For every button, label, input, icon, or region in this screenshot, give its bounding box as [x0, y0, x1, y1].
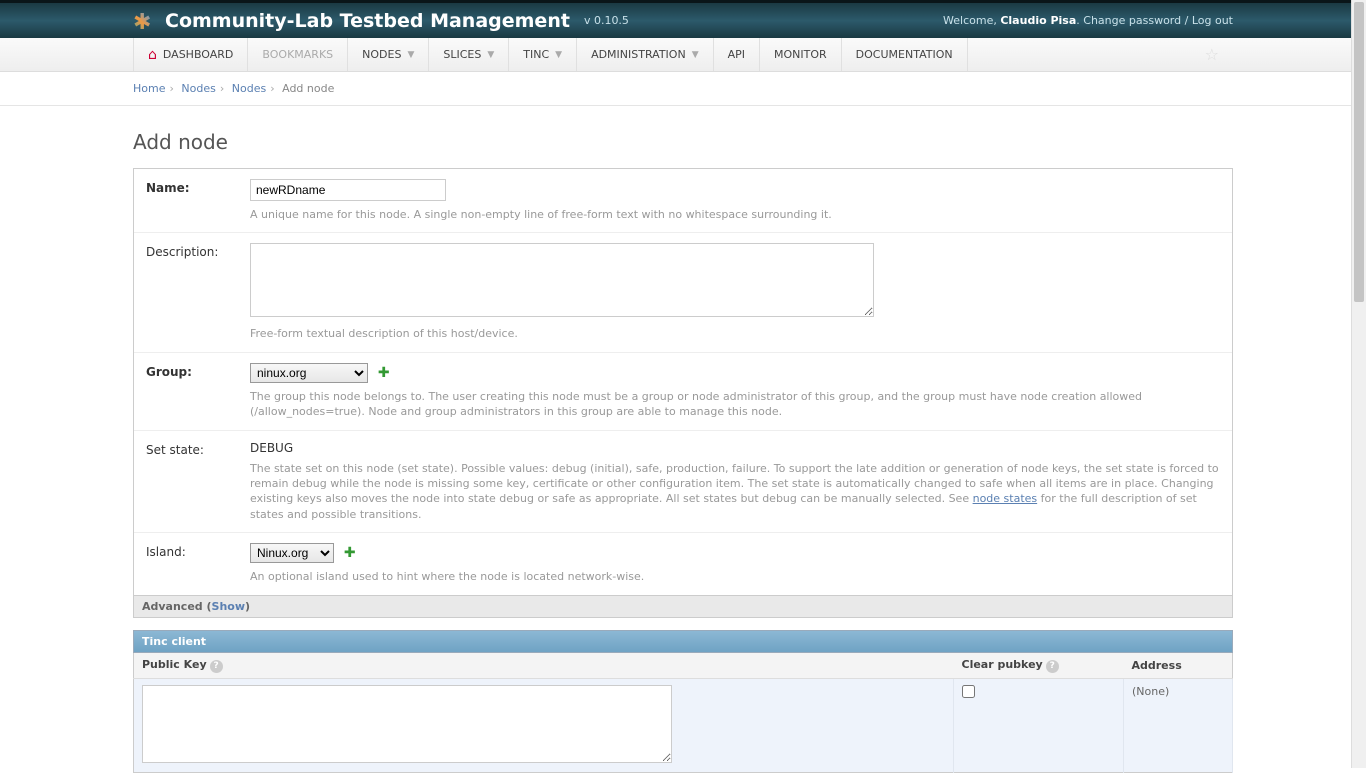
- node-states-link[interactable]: node states: [973, 492, 1038, 505]
- nav-api[interactable]: API: [714, 38, 760, 71]
- label-name: Name:: [146, 179, 250, 195]
- breadcrumb-nodes-1[interactable]: Nodes: [181, 82, 215, 95]
- user-tools: Welcome, Claudio Pisa. Change password /…: [943, 14, 1233, 27]
- help-icon[interactable]: ?: [210, 660, 223, 673]
- advanced-bar: Advanced (Show): [133, 596, 1233, 618]
- label-set-state: Set state:: [146, 441, 250, 457]
- logo-icon: [133, 10, 155, 32]
- th-address: Address: [1124, 653, 1233, 679]
- group-select[interactable]: ninux.org: [250, 363, 368, 383]
- set-state-value: DEBUG: [250, 441, 1220, 455]
- th-pubkey: Public Key?: [134, 653, 954, 679]
- breadcrumb-nodes-2[interactable]: Nodes: [232, 82, 266, 95]
- nav-dashboard[interactable]: ⌂ DASHBOARD: [133, 38, 248, 71]
- add-group-icon[interactable]: ✚: [378, 365, 390, 381]
- header: Community-Lab Testbed Management v 0.10.…: [0, 0, 1366, 38]
- label-description: Description:: [146, 243, 250, 259]
- help-island: An optional island used to hint where th…: [250, 569, 1220, 584]
- nav-tinc[interactable]: TINC▼: [509, 38, 577, 71]
- address-value: (None): [1132, 685, 1169, 698]
- tinc-client-group: Tinc client Public Key? Clear pubkey? Ad…: [133, 630, 1233, 773]
- star-icon[interactable]: ☆: [1191, 45, 1233, 64]
- row-description: Description: Free-form textual descripti…: [134, 233, 1232, 352]
- page-title: Add node: [133, 130, 1233, 154]
- help-group: The group this node belongs to. The user…: [250, 389, 1220, 420]
- row-island: Island: Ninux.org ✚ An optional island u…: [134, 533, 1232, 594]
- content: Add node Name: A unique name for this no…: [133, 106, 1233, 773]
- island-select[interactable]: Ninux.org: [250, 543, 334, 563]
- username: Claudio Pisa: [1000, 14, 1076, 27]
- logout-link[interactable]: Log out: [1192, 14, 1233, 27]
- th-clear: Clear pubkey?: [954, 653, 1124, 679]
- clear-pubkey-checkbox[interactable]: [962, 685, 975, 698]
- nav-administration[interactable]: ADMINISTRATION▼: [577, 38, 714, 71]
- help-set-state: The state set on this node (set state). …: [250, 461, 1220, 523]
- breadcrumbs: Home› Nodes› Nodes› Add node: [0, 72, 1366, 106]
- add-island-icon[interactable]: ✚: [344, 545, 356, 561]
- nav-slices[interactable]: SLICES▼: [429, 38, 509, 71]
- help-icon[interactable]: ?: [1046, 660, 1059, 673]
- help-description: Free-form textual description of this ho…: [250, 326, 1220, 341]
- app-version: v 0.10.5: [584, 14, 629, 27]
- chevron-down-icon: ▼: [555, 50, 562, 60]
- nav-bookmarks[interactable]: BOOKMARKS: [248, 38, 348, 71]
- app-title: Community-Lab Testbed Management: [165, 10, 570, 32]
- label-group: Group:: [146, 363, 250, 379]
- brand: Community-Lab Testbed Management v 0.10.…: [133, 10, 629, 32]
- change-password-link[interactable]: Change password: [1083, 14, 1181, 27]
- pubkey-textarea[interactable]: [142, 685, 672, 763]
- chevron-down-icon: ▼: [487, 50, 494, 60]
- row-name: Name: A unique name for this node. A sin…: [134, 169, 1232, 233]
- help-name: A unique name for this node. A single no…: [250, 207, 1220, 222]
- advanced-show-link[interactable]: Show: [212, 600, 245, 613]
- nav-monitor[interactable]: MONITOR: [760, 38, 842, 71]
- name-input[interactable]: [250, 179, 446, 201]
- chevron-down-icon: ▼: [407, 50, 414, 60]
- description-textarea[interactable]: [250, 243, 874, 317]
- tinc-table: Public Key? Clear pubkey? Address (None): [133, 653, 1233, 773]
- home-icon: ⌂: [148, 47, 157, 63]
- scrollbar-thumb[interactable]: [1354, 2, 1364, 302]
- tinc-client-header: Tinc client: [133, 630, 1233, 653]
- row-set-state: Set state: DEBUG The state set on this n…: [134, 431, 1232, 534]
- nav-nodes[interactable]: NODES▼: [348, 38, 429, 71]
- breadcrumb-home[interactable]: Home: [133, 82, 165, 95]
- tinc-row: (None): [134, 678, 1233, 772]
- navbar: ⌂ DASHBOARD BOOKMARKS NODES▼ SLICES▼ TIN…: [0, 38, 1366, 72]
- chevron-down-icon: ▼: [692, 50, 699, 60]
- form-module: Name: A unique name for this node. A sin…: [133, 168, 1233, 596]
- welcome-text: Welcome,: [943, 14, 997, 27]
- nav-documentation[interactable]: DOCUMENTATION: [842, 38, 968, 71]
- scrollbar[interactable]: [1351, 0, 1366, 768]
- row-group: Group: ninux.org ✚ The group this node b…: [134, 353, 1232, 431]
- breadcrumb-current: Add node: [282, 82, 334, 95]
- label-island: Island:: [146, 543, 250, 559]
